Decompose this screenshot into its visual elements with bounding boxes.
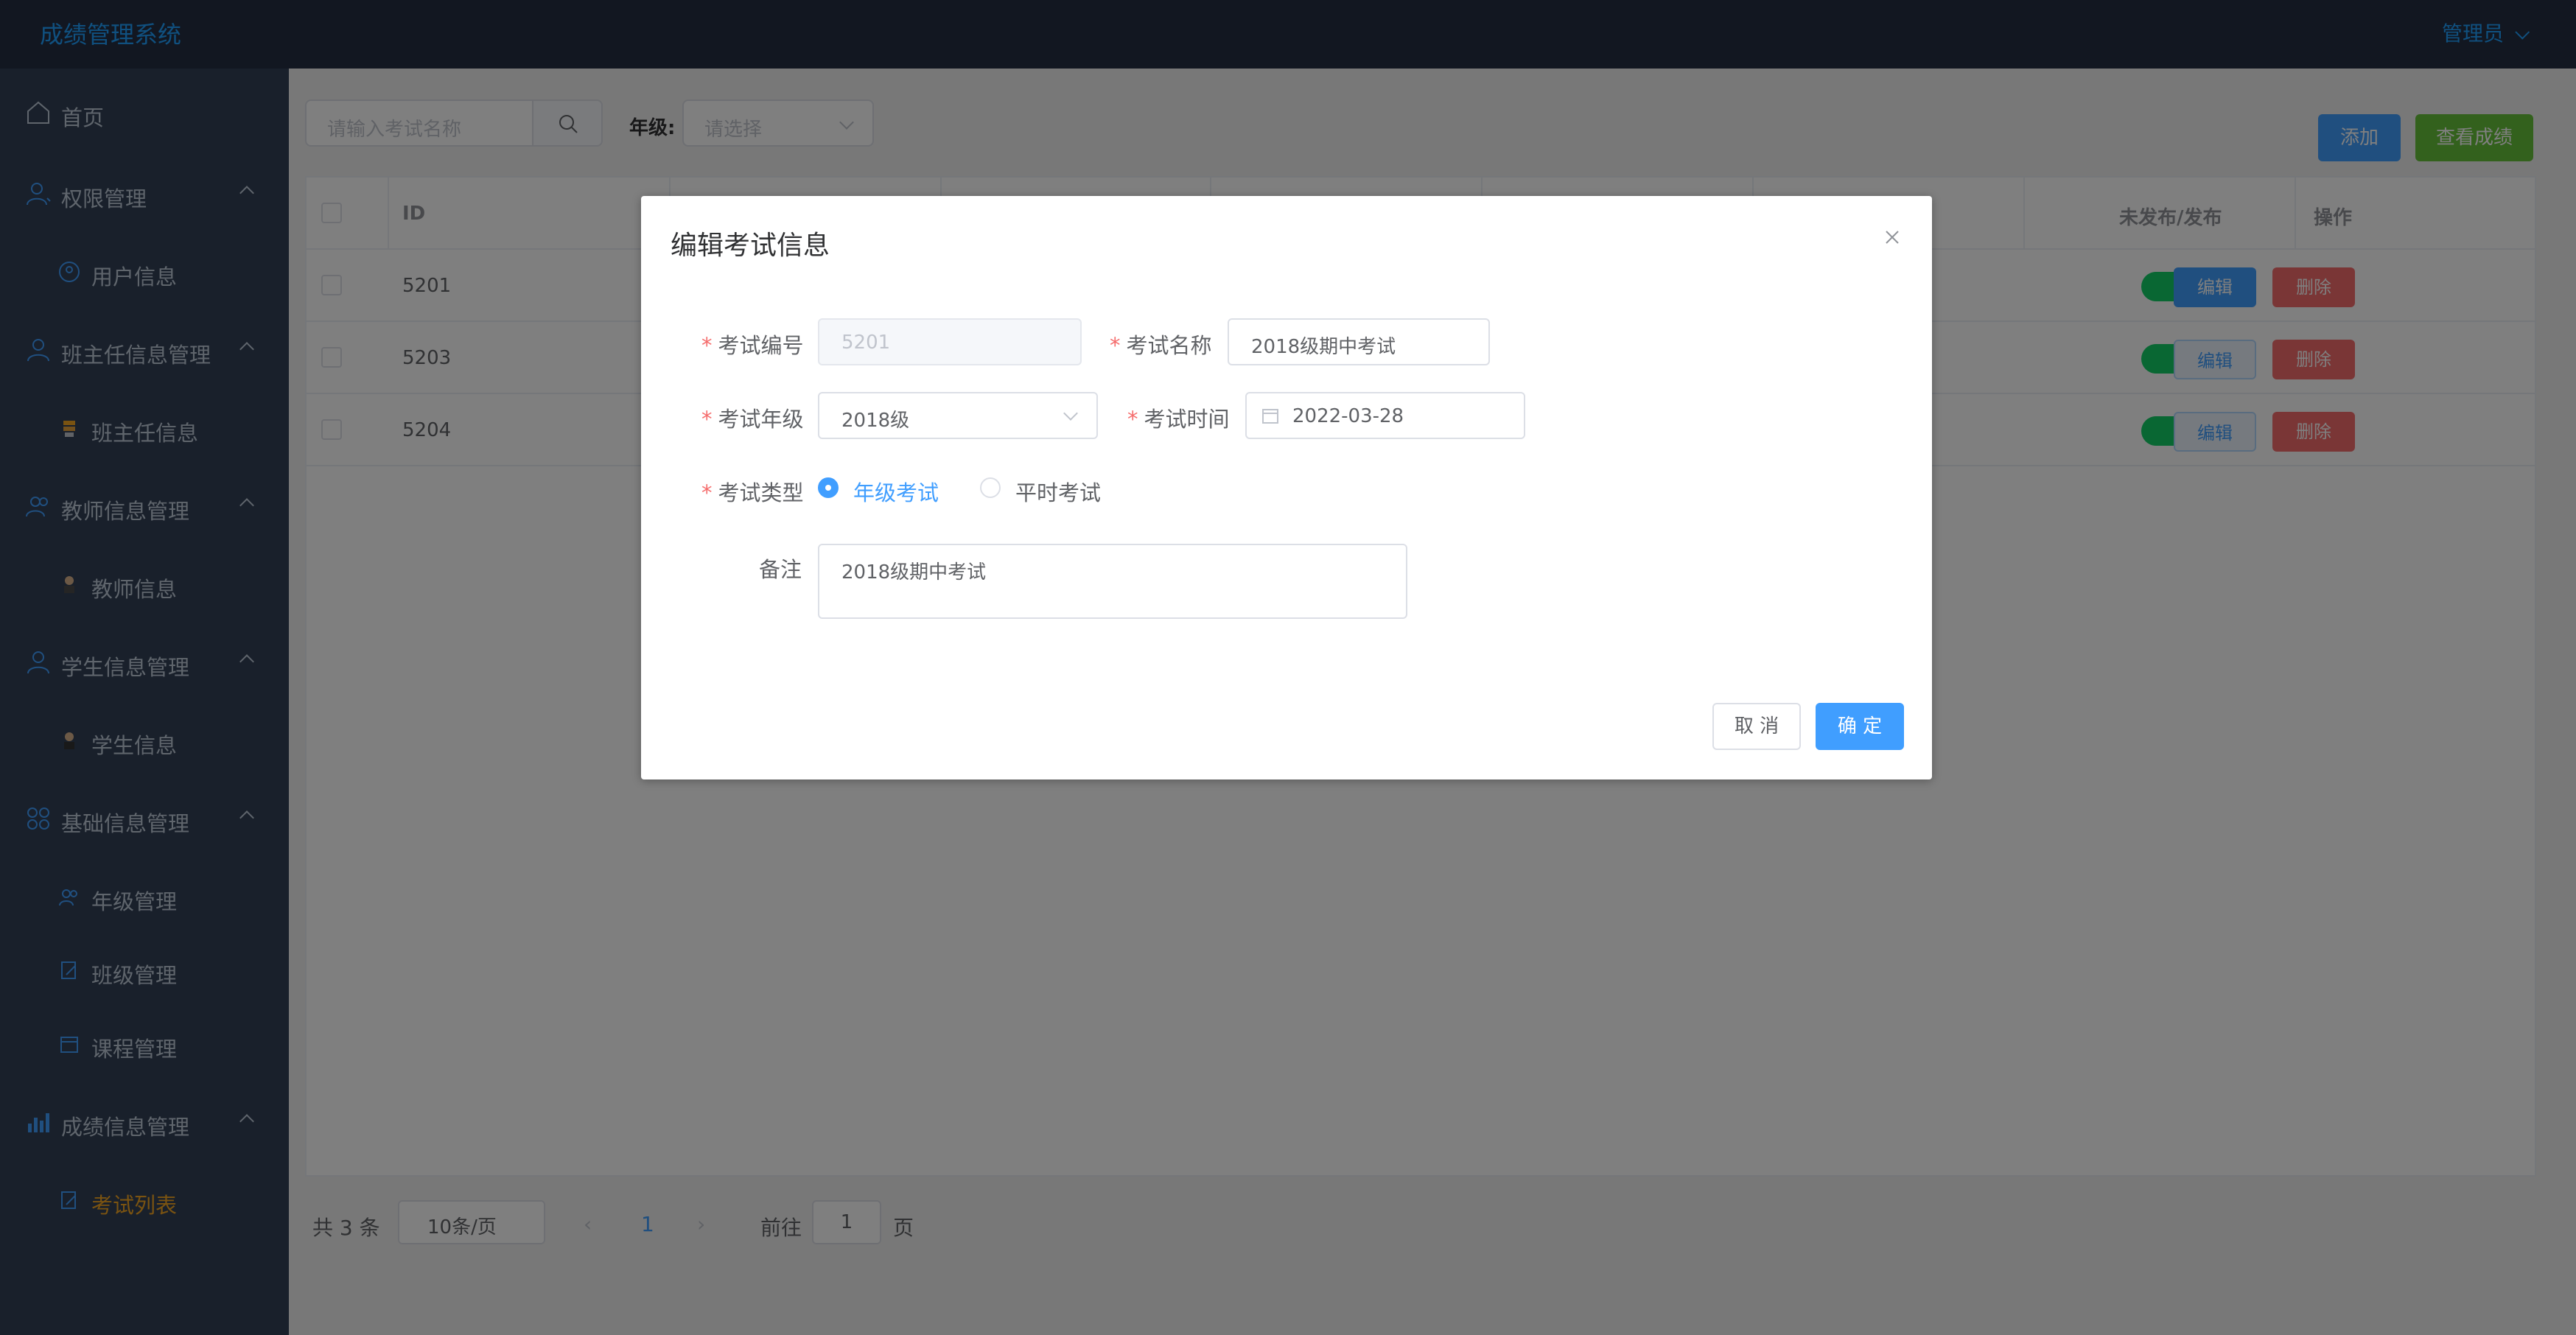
dialog-title: 编辑考试信息 xyxy=(671,231,830,261)
exam-no-label: * 考试编号 xyxy=(701,333,804,358)
exam-time-picker[interactable]: 2022-03-28 xyxy=(1245,392,1525,439)
exam-time-value: 2022-03-28 xyxy=(1292,405,1404,427)
radio-regular-exam-label[interactable]: 平时考试 xyxy=(1015,476,1101,507)
exam-name-label: * 考试名称 xyxy=(1110,333,1212,358)
exam-grade-label: * 考试年级 xyxy=(701,407,804,432)
edit-exam-dialog: 编辑考试信息 * 考试编号 5201 * 考试名称 2018级期中考试 * 考试年级 … xyxy=(641,196,1932,779)
radio-grade-exam-label[interactable]: 年级考试 xyxy=(853,476,939,507)
close-icon[interactable] xyxy=(1882,227,1903,248)
calendar-icon xyxy=(1262,409,1278,424)
exam-no-field: 5201 xyxy=(818,318,1082,365)
radio-grade-exam[interactable] xyxy=(818,477,839,498)
remark-label: 备注 xyxy=(759,557,802,582)
exam-grade-select[interactable]: 2018级 xyxy=(818,392,1098,439)
remark-textarea[interactable]: 2018级期中考试 xyxy=(818,544,1407,619)
exam-time-label: * 考试时间 xyxy=(1127,407,1230,432)
exam-type-label: * 考试类型 xyxy=(701,480,804,505)
exam-grade-value: 2018级 xyxy=(841,410,910,432)
cancel-button[interactable]: 取 消 xyxy=(1712,703,1801,750)
confirm-button[interactable]: 确 定 xyxy=(1816,703,1904,750)
exam-name-field[interactable]: 2018级期中考试 xyxy=(1228,318,1490,365)
chevron-down-icon xyxy=(1063,406,1078,421)
radio-regular-exam[interactable] xyxy=(980,477,1001,498)
